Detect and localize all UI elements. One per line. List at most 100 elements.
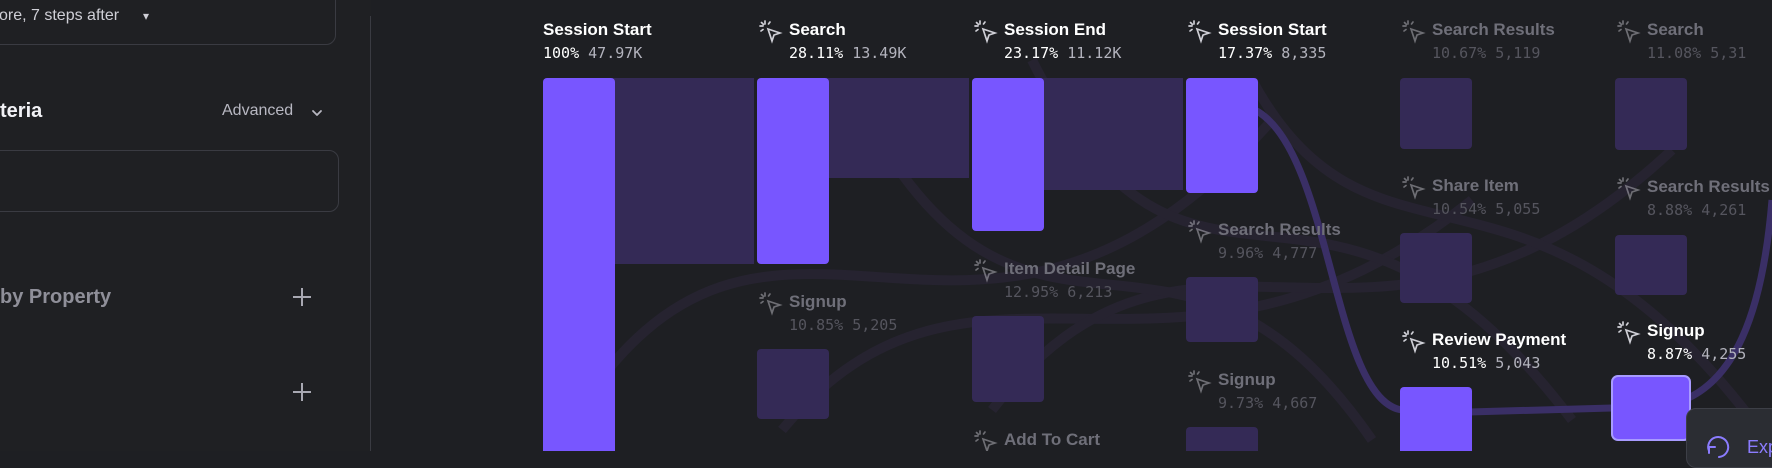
node-name: Signup (789, 292, 847, 311)
node-label-search-results[interactable]: Search Results 10.67% 5,119 (1400, 20, 1555, 64)
node-name: Session Start (1218, 20, 1327, 39)
node-percent: 8.87% (1647, 345, 1693, 363)
node-count: 6,213 (1067, 283, 1113, 301)
node-count: 47.97K (588, 44, 643, 62)
chevron-down-icon[interactable] (310, 106, 324, 120)
node-percent: 28.11% (789, 44, 844, 62)
flow-link[interactable] (1468, 404, 1613, 416)
node-name: Signup (1647, 321, 1705, 340)
node-count: 8,335 (1281, 44, 1327, 62)
node-percent: 9.96% (1218, 244, 1264, 262)
node-name: Search Results (1432, 20, 1555, 39)
node-count: 5,055 (1495, 200, 1541, 218)
breakdown-by-property-heading: by Property (0, 286, 112, 308)
node-count: 11.12K (1067, 44, 1122, 62)
node-label-search[interactable]: Search 28.11% 13.49K (757, 20, 906, 64)
node-name: Signup (1218, 370, 1276, 389)
node-name: Add To Cart (1004, 430, 1101, 449)
cursor-click-icon (1617, 177, 1641, 201)
node-bar-signup-selected[interactable] (1611, 375, 1691, 441)
node-bar-session-start[interactable] (543, 78, 615, 451)
flow-band (612, 78, 754, 264)
explore-icon (1707, 436, 1730, 458)
flow-band (826, 78, 969, 178)
cursor-click-icon (1402, 20, 1426, 44)
node-bar-search-results[interactable] (1400, 78, 1472, 149)
criteria-input[interactable] (0, 150, 339, 212)
node-name: Session Start (543, 20, 652, 39)
panel-divider (370, 16, 371, 451)
node-bar-item-detail-page[interactable] (972, 316, 1044, 402)
node-label-item-detail-page[interactable]: Item Detail Page 12.95% 6,213 (972, 259, 1135, 303)
node-percent: 23.17% (1004, 44, 1059, 62)
cursor-click-icon (1188, 20, 1212, 44)
cursor-click-icon (1188, 220, 1212, 244)
node-percent: 17.37% (1218, 44, 1273, 62)
advanced-toggle[interactable]: Advanced (222, 102, 293, 120)
node-label-add-to-cart[interactable]: Add To Cart (972, 430, 1101, 451)
node-bar-share-item[interactable] (1400, 233, 1472, 303)
cursor-click-icon (974, 430, 998, 451)
criteria-heading: teria (0, 100, 43, 122)
steps-selector[interactable]: ore, 7 steps after ▾ (0, 0, 336, 45)
cursor-click-icon (759, 292, 783, 316)
node-label-search-results[interactable]: Search Results 8.88% 4,261 (1615, 177, 1770, 221)
node-percent: 10.54% (1432, 200, 1487, 218)
node-count: 5,119 (1495, 44, 1541, 62)
node-bar-search-results[interactable] (1186, 277, 1258, 342)
node-label-signup[interactable]: Signup 8.87% 4,255 (1615, 321, 1746, 365)
node-count: 5,31 (1710, 44, 1747, 62)
add-filter-plus-icon[interactable] (291, 381, 313, 403)
chevron-down-icon: ▾ (143, 9, 150, 23)
node-name: Search (1647, 20, 1704, 39)
cursor-click-icon (759, 20, 783, 44)
node-percent: 100% (543, 44, 580, 62)
node-label-search[interactable]: Search 11.08% 5,31 (1615, 20, 1746, 64)
node-percent: 10.67% (1432, 44, 1487, 62)
node-label-session-start[interactable]: Session Start 17.37% 8,335 (1186, 20, 1327, 64)
cursor-click-icon (974, 259, 998, 283)
node-label-session-start[interactable]: Session Start 100% 47.97K (543, 20, 652, 64)
node-percent: 10.85% (789, 316, 844, 334)
node-count: 13.49K (852, 44, 907, 62)
flow-band (1041, 78, 1183, 190)
node-label-search-results[interactable]: Search Results 9.96% 4,777 (1186, 220, 1341, 264)
node-name: Share Item (1432, 176, 1519, 195)
node-name: Item Detail Page (1004, 259, 1136, 278)
node-label-signup[interactable]: Signup 10.85% 5,205 (757, 292, 897, 336)
node-bar-search-results[interactable] (1615, 235, 1687, 295)
explore-button-label: Exp (1747, 437, 1772, 457)
node-bar-review-payment[interactable] (1400, 387, 1472, 451)
node-bar-signup[interactable] (757, 349, 829, 419)
node-count: 4,255 (1701, 345, 1747, 363)
node-name: Session End (1004, 20, 1107, 39)
add-property-plus-icon[interactable] (291, 286, 313, 308)
node-percent: 9.73% (1218, 394, 1264, 412)
node-bar-search[interactable] (1615, 78, 1687, 150)
cursor-click-icon (1617, 20, 1641, 44)
node-label-share-item[interactable]: Share Item 10.54% 5,055 (1400, 176, 1540, 220)
node-bar-search[interactable] (757, 78, 829, 264)
node-bar-signup[interactable] (1186, 427, 1258, 451)
cursor-click-icon (974, 20, 998, 44)
cursor-click-icon (1617, 321, 1641, 345)
flow-link[interactable] (1682, 199, 1772, 404)
node-name: Search Results (1218, 220, 1341, 239)
cursor-click-icon (1402, 330, 1426, 354)
steps-selector-label: ore, 7 steps after (0, 7, 120, 24)
settings-panel: ore, 7 steps after ▾ teria Advanced by P… (0, 0, 371, 451)
node-count: 4,261 (1701, 201, 1747, 219)
node-percent: 11.08% (1647, 44, 1702, 62)
node-label-signup[interactable]: Signup 9.73% 4,667 (1186, 370, 1317, 414)
explore-button[interactable]: Exp (1686, 408, 1772, 468)
node-count: 5,043 (1495, 354, 1541, 372)
cursor-click-icon (1188, 370, 1212, 394)
node-count: 4,777 (1272, 244, 1318, 262)
node-name: Review Payment (1432, 330, 1567, 349)
node-label-review-payment[interactable]: Review Payment 10.51% 5,043 (1400, 330, 1566, 374)
node-bar-session-end[interactable] (972, 78, 1044, 231)
node-name: Search Results (1647, 177, 1770, 196)
node-label-session-end[interactable]: Session End 23.17% 11.12K (972, 20, 1121, 64)
node-bar-session-start[interactable] (1186, 78, 1258, 193)
node-name: Search (789, 20, 846, 39)
